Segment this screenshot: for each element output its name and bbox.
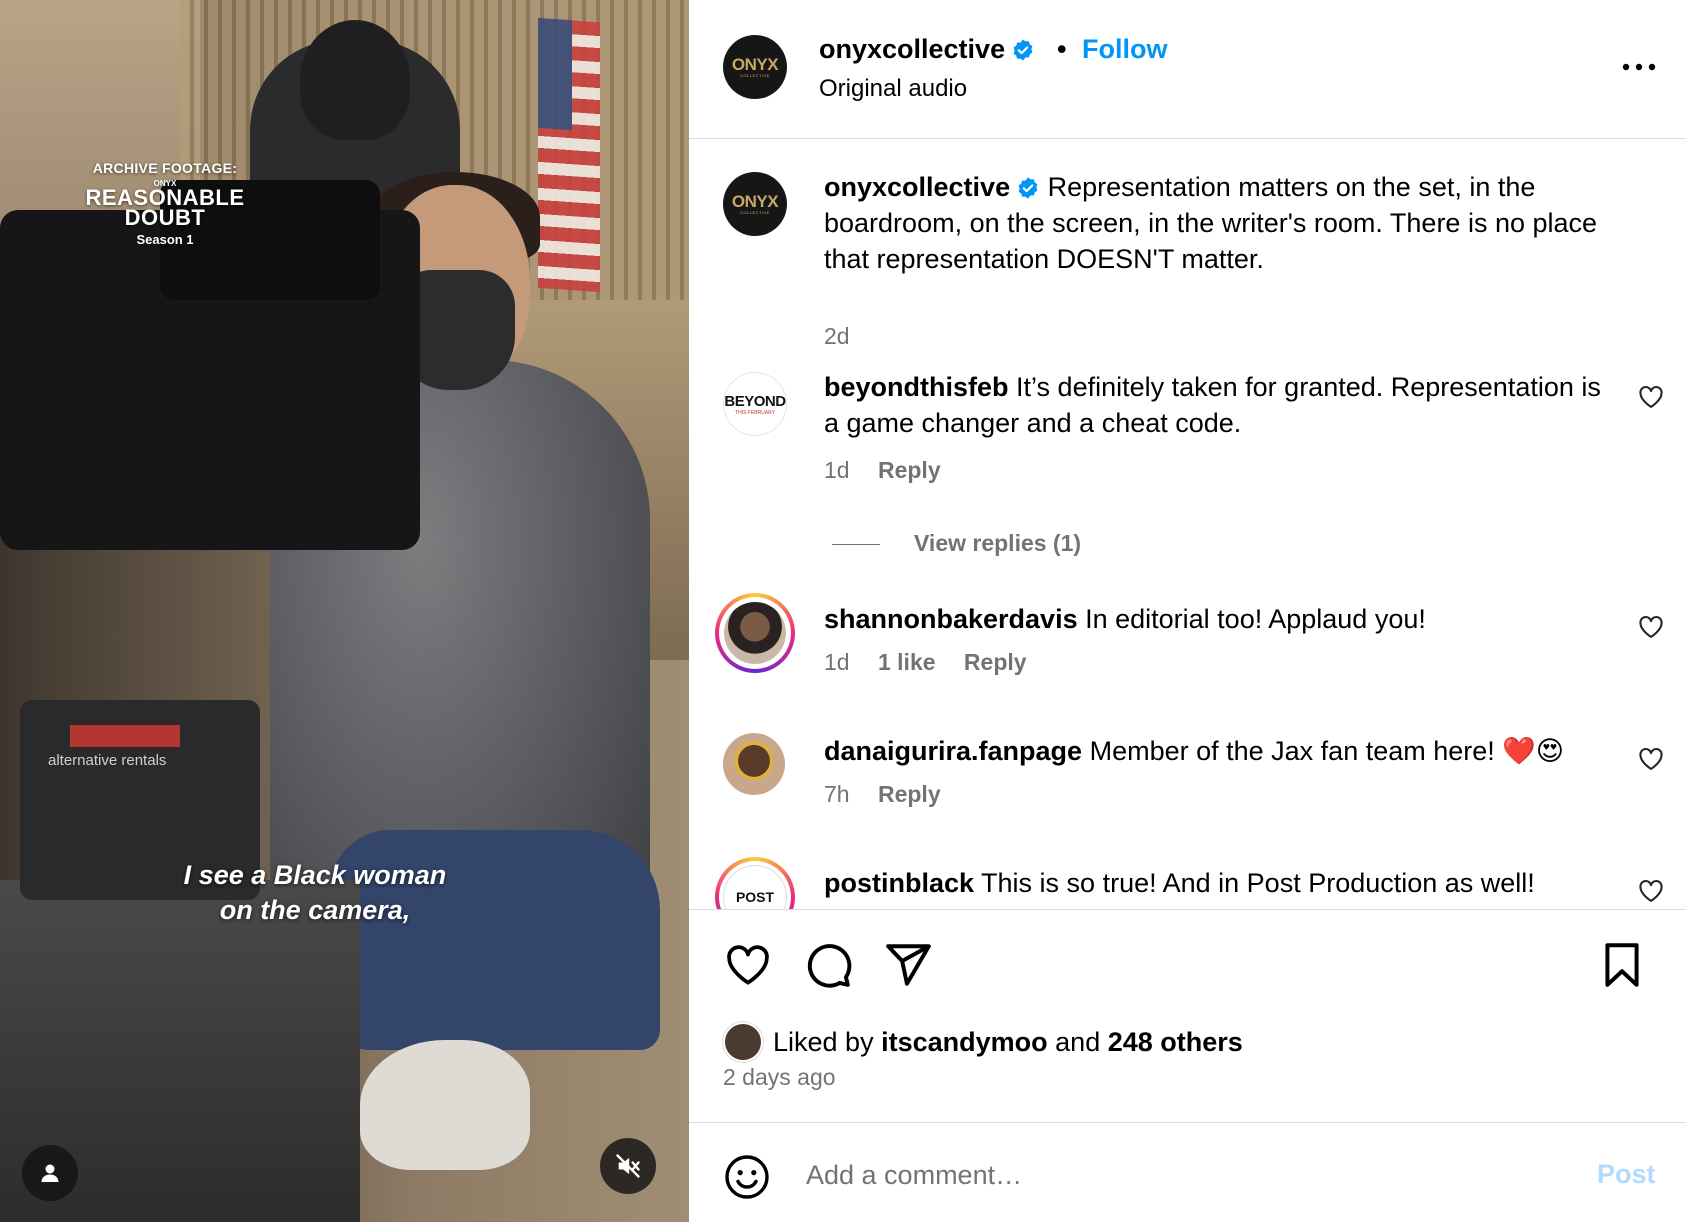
author-username-text[interactable]: onyxcollective (819, 34, 1005, 64)
comment-username[interactable]: shannonbakerdavis (824, 604, 1078, 634)
save-bookmark-icon[interactable] (1597, 940, 1647, 990)
comment-text: In editorial too! Applaud you! (1085, 604, 1426, 634)
video-rig-red-label (70, 725, 180, 747)
comment-composer: Post (689, 1122, 1686, 1223)
caption-time: 2d (824, 323, 850, 349)
avatar-logo-text: ONYX (731, 54, 779, 74)
comment-text: Member of the Jax fan team here! ❤️😍 (1089, 736, 1565, 766)
avatar-logo-subtext: COLLECTIVE (740, 72, 770, 78)
follow-button[interactable]: Follow (1082, 34, 1167, 65)
author-avatar[interactable]: ONYX COLLECTIVE (723, 35, 787, 99)
comment-like-heart-icon[interactable] (1637, 745, 1665, 773)
caption-meta: 2d (824, 323, 872, 350)
caption-author-avatar[interactable]: ONYX COLLECTIVE (723, 172, 787, 236)
avatar-ring-inner (719, 597, 791, 669)
avatar-logo-subtext: THIS FEBRUARY (735, 409, 775, 416)
commenter-avatar[interactable] (715, 593, 795, 673)
comment-body: danaigurira.fanpage Member of the Jax fa… (824, 733, 1604, 769)
video-rental-label: alternative rentals (48, 752, 167, 769)
view-replies-divider (832, 544, 880, 546)
show-title-line2: DOUBT (124, 205, 206, 230)
share-paper-plane-icon[interactable] (883, 940, 933, 990)
comment-meta: 1d Reply (824, 457, 963, 484)
post-header: ONYX COLLECTIVE onyxcollective • Follow … (689, 0, 1686, 139)
verified-badge-icon (1018, 177, 1038, 199)
post-comment-button[interactable]: Post (1597, 1159, 1656, 1190)
comment-like-heart-icon[interactable] (1637, 383, 1665, 411)
comment-item: POST postinblack This is so true! And in… (689, 857, 1686, 909)
avatar-logo-text: ONYX (731, 191, 779, 211)
comment-meta: 1d 1 like Reply (824, 649, 1049, 676)
caption-username[interactable]: onyxcollective (824, 172, 1010, 202)
person-icon (41, 1164, 59, 1182)
comment-like-count[interactable]: 1 like (878, 649, 936, 675)
comment-username[interactable]: danaigurira.fanpage (824, 736, 1082, 766)
subtitle-line2: on the camera, (219, 895, 411, 925)
commenter-avatar[interactable] (723, 733, 785, 795)
video-flag (538, 17, 600, 293)
reply-button[interactable]: Reply (878, 781, 941, 807)
tagged-people-button[interactable] (22, 1145, 78, 1201)
comment-time: 7h (824, 781, 850, 807)
avatar-logo-subtext: COLLECTIVE (740, 209, 770, 215)
comment-body: beyondthisfeb It’s definitely taken for … (824, 369, 1604, 441)
comment-like-heart-icon[interactable] (1637, 877, 1665, 905)
comment-item: danaigurira.fanpage Member of the Jax fa… (689, 733, 1686, 853)
avatar-ring-inner: POST (719, 861, 791, 909)
comment-time: 1d (824, 457, 850, 483)
view-replies-button[interactable]: View replies (1) (832, 530, 1081, 557)
video-subtitle: I see a Black woman on the camera, (150, 858, 480, 928)
video-title-overlay: ARCHIVE FOOTAGE: ONYX REASONABLE DOUBT S… (60, 160, 270, 247)
avatar-logo-text: BEYOND (724, 392, 786, 410)
post-panel: ONYX COLLECTIVE onyxcollective • Follow … (689, 0, 1686, 1222)
commenter-avatar[interactable]: BEYOND THIS FEBRUARY (723, 372, 787, 436)
post-actions: Liked by itscandymoo and 248 others 2 da… (689, 909, 1686, 1123)
comment-body: postinblack This is so true! And in Post… (824, 865, 1604, 901)
instagram-post-window: alternative rentals ARCHIVE FOOTAGE: ONY… (0, 0, 1686, 1222)
comment-bubble-icon[interactable] (803, 940, 853, 990)
author-username[interactable]: onyxcollective (819, 34, 1035, 65)
likes-summary: Liked by itscandymoo and 248 others (723, 1022, 1243, 1062)
liked-by-and: and (1055, 1026, 1101, 1057)
comment-input[interactable] (804, 1149, 1508, 1201)
avatar-photo: POST (723, 865, 787, 909)
comment-item: BEYOND THIS FEBRUARY beyondthisfeb It’s … (689, 369, 1686, 519)
comment-meta: 7h Reply (824, 781, 963, 808)
season-label: Season 1 (136, 232, 194, 247)
liked-by-prefix: Liked by (773, 1026, 874, 1057)
like-heart-icon[interactable] (723, 940, 773, 990)
liker-avatar[interactable] (723, 1022, 763, 1062)
comments-list[interactable]: ONYX COLLECTIVE onyxcollective Represent… (689, 139, 1686, 909)
view-replies-label[interactable]: View replies (1) (914, 530, 1081, 556)
caption-body: onyxcollective Representation matters on… (824, 169, 1604, 277)
reply-button[interactable]: Reply (964, 649, 1027, 675)
subtitle-line1: I see a Black woman (183, 860, 447, 890)
archive-footage-label: ARCHIVE FOOTAGE: (92, 160, 238, 176)
more-options-icon[interactable] (1619, 52, 1659, 82)
emoji-smiley-icon[interactable] (723, 1153, 771, 1201)
comment-text: This is so true! And in Post Production … (981, 868, 1535, 898)
comment-body: shannonbakerdavis In editorial too! Appl… (824, 601, 1604, 637)
audio-link[interactable]: Original audio (819, 75, 967, 103)
header-separator: • (1057, 34, 1067, 64)
avatar-photo (724, 602, 786, 664)
post-timestamp[interactable]: 2 days ago (723, 1064, 836, 1091)
comment-username[interactable]: postinblack (824, 868, 974, 898)
verified-badge-icon (1013, 39, 1033, 61)
mute-toggle-button[interactable] (600, 1138, 656, 1194)
video-crew-head (300, 20, 410, 140)
avatar-logo-text: POST (735, 889, 775, 905)
comment-item: shannonbakerdavis In editorial too! Appl… (689, 593, 1686, 721)
liked-by-user[interactable]: itscandymoo (881, 1027, 1048, 1058)
commenter-avatar[interactable]: POST (715, 857, 795, 909)
reply-button[interactable]: Reply (878, 457, 941, 483)
likes-count-link[interactable]: 248 others (1108, 1027, 1243, 1058)
video-operator-shoe (360, 1040, 530, 1170)
post-caption: ONYX COLLECTIVE onyxcollective Represent… (689, 169, 1686, 349)
comment-like-heart-icon[interactable] (1637, 613, 1665, 641)
comment-username[interactable]: beyondthisfeb (824, 372, 1009, 402)
comment-time: 1d (824, 649, 850, 675)
speaker-muted-icon (616, 1154, 640, 1178)
video-player[interactable]: alternative rentals ARCHIVE FOOTAGE: ONY… (0, 0, 689, 1222)
